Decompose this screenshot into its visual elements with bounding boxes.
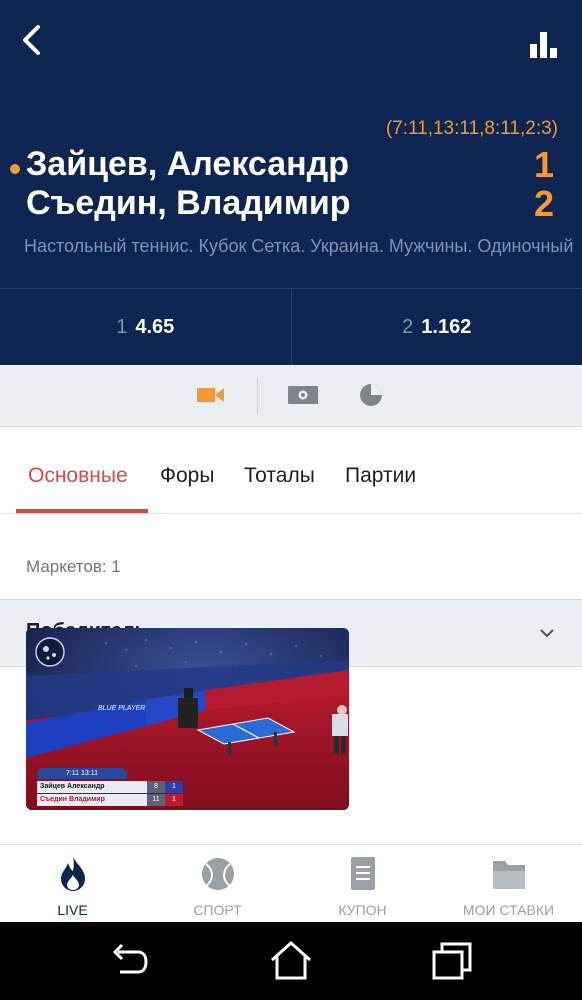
league-name: Настольный теннис. Кубок Сетка. Украина.…	[24, 236, 574, 256]
nav-label: СПОРТ	[193, 902, 242, 918]
video-camera-icon[interactable]	[195, 382, 227, 413]
odd-player-1[interactable]: 1 4.65	[0, 289, 292, 365]
statistics-button[interactable]	[528, 30, 560, 60]
home-icon[interactable]	[268, 938, 314, 984]
tab-main[interactable]: Основные	[28, 464, 128, 488]
match-header: (7:11,13:11,8:11,2:3) Зайцев, Александр …	[0, 0, 582, 288]
overlay-points: 11	[147, 794, 165, 806]
nav-sport[interactable]: СПОРТ	[145, 845, 290, 923]
broadcast-field-icon[interactable]	[286, 382, 320, 413]
overlay-points: 8	[147, 781, 165, 793]
market-tabs: Основные Форы Тоталы Партии	[0, 428, 582, 514]
odd-value: 1.162	[421, 315, 472, 338]
player-1-name: Зайцев, Александр	[26, 145, 350, 183]
player-2-name: Съедин, Владимир	[26, 184, 351, 222]
bar-chart-icon	[530, 32, 557, 58]
chevron-left-icon	[23, 25, 40, 55]
markets-count: Маркетов: 1	[26, 557, 121, 576]
odd-label: 1	[116, 315, 128, 338]
bottom-navigation: LIVE СПОРТ КУПОН МОИ СТАВКИ	[0, 844, 582, 922]
tab-games[interactable]: Партии	[345, 464, 416, 488]
odd-value: 4.65	[135, 315, 175, 338]
system-navigation-bar	[0, 922, 582, 1000]
overlay-row: Съедин Владимир 11 1	[37, 794, 183, 806]
divider	[257, 377, 258, 415]
overlay-row: Зайцев Александр 8 1	[37, 781, 183, 793]
player-2-score: 2	[533, 183, 554, 224]
overlay-player-name: Съедин Владимир	[37, 794, 147, 806]
active-tab-indicator	[16, 509, 148, 513]
nav-label: МОИ СТАВКИ	[462, 902, 555, 918]
nav-label: LIVE	[57, 902, 88, 918]
chevron-down-icon	[540, 629, 554, 638]
overlay-player-name: Зайцев Александр	[37, 781, 147, 793]
banner-text: BLUE PLAYER	[98, 705, 145, 712]
tab-totals[interactable]: Тоталы	[244, 464, 315, 488]
nav-my-bets[interactable]: МОИ СТАВКИ	[435, 845, 582, 923]
nav-label: КУПОН	[338, 902, 387, 918]
overlay-sets: 1	[165, 781, 183, 793]
odd-player-2[interactable]: 2 1.162	[292, 289, 582, 365]
nav-coupon[interactable]: КУПОН	[290, 845, 435, 923]
odd-label: 2	[402, 315, 414, 338]
serve-indicator	[10, 164, 20, 174]
set-scores: (7:11,13:11,8:11,2:3)	[385, 118, 558, 139]
back-button[interactable]	[14, 20, 54, 60]
video-player[interactable]: BLUE PLAYER 7:11 13:11 Зайцев Александр …	[26, 628, 349, 810]
media-bar	[0, 365, 582, 427]
nav-live[interactable]: LIVE	[0, 845, 145, 923]
overlay-scoreboard: Зайцев Александр 8 1 Съедин Владимир 11 …	[37, 779, 183, 807]
recent-apps-icon[interactable]	[430, 938, 476, 984]
logo-emblem-icon	[35, 637, 65, 667]
flame-icon	[60, 857, 85, 891]
player-1-score: 1	[533, 144, 554, 185]
pie-chart-icon[interactable]	[358, 382, 384, 413]
folder-icon	[492, 861, 525, 889]
tennis-ball-icon	[201, 858, 234, 890]
overlay-sets: 1	[165, 794, 183, 806]
back-arrow-icon[interactable]	[106, 938, 152, 984]
tab-handicaps[interactable]: Форы	[160, 464, 214, 488]
coupon-icon	[350, 857, 375, 890]
overlay-set-scores: 7:11 13:11	[37, 768, 127, 779]
odds-row: 1 4.65 2 1.162	[0, 288, 582, 365]
